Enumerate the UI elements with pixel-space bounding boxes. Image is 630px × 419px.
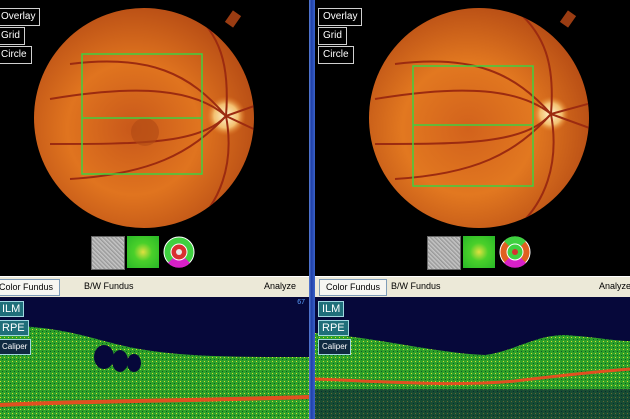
bw-fundus-thumbnail[interactable] [91,236,125,270]
grid-button[interactable]: Grid [0,27,25,45]
left-panel: Overlay Grid Circle Color Fundus B/W Fun… [0,0,309,419]
rpe-button[interactable]: RPE [318,320,349,336]
oct-scan-view[interactable]: ILM RPE Caliper [315,297,630,419]
grid-button[interactable]: Grid [318,27,347,45]
oct-bscan-image [315,333,630,419]
fundus-photo[interactable] [30,4,258,232]
overlay-button[interactable]: Overlay [318,8,363,26]
etdrs-grid-thumbnail[interactable] [499,236,531,268]
color-fundus-button[interactable]: Color Fundus [0,279,61,296]
scan-number: 67 [297,299,305,306]
right-panel: Overlay Grid Circle Color Fundus B/W Fun… [315,0,630,419]
ilm-button[interactable]: ILM [0,301,25,317]
analyze-button[interactable]: Analyze [593,279,630,294]
circle-button[interactable]: Circle [318,46,354,64]
thickness-map-thumbnail[interactable] [127,236,159,268]
bw-fundus-button[interactable]: B/W Fundus [78,279,140,294]
caliper-button[interactable]: Caliper [318,339,352,355]
etdrs-grid-thumbnail[interactable] [163,236,195,268]
color-fundus-button[interactable]: Color Fundus [319,279,388,296]
fundus-view: Overlay Grid Circle [0,0,309,276]
fundus-photo[interactable] [365,4,593,232]
bw-fundus-thumbnail[interactable] [427,236,461,270]
fundus-toolbar: Color Fundus B/W Fundus Analyze [0,276,309,298]
caliper-button[interactable]: Caliper [0,339,32,355]
fundus-view: Overlay Grid Circle [315,0,630,276]
rpe-button[interactable]: RPE [0,320,29,336]
thickness-map-thumbnail[interactable] [463,236,495,268]
circle-button[interactable]: Circle [0,46,32,64]
bw-fundus-button[interactable]: B/W Fundus [385,279,447,294]
fundus-toolbar: Color Fundus B/W Fundus Analyze [315,276,630,298]
ilm-button[interactable]: ILM [318,301,345,317]
oct-scan-view[interactable]: ILM RPE Caliper 67 [0,297,309,419]
oct-bscan-image [0,325,309,419]
analyze-button[interactable]: Analyze [258,279,302,294]
